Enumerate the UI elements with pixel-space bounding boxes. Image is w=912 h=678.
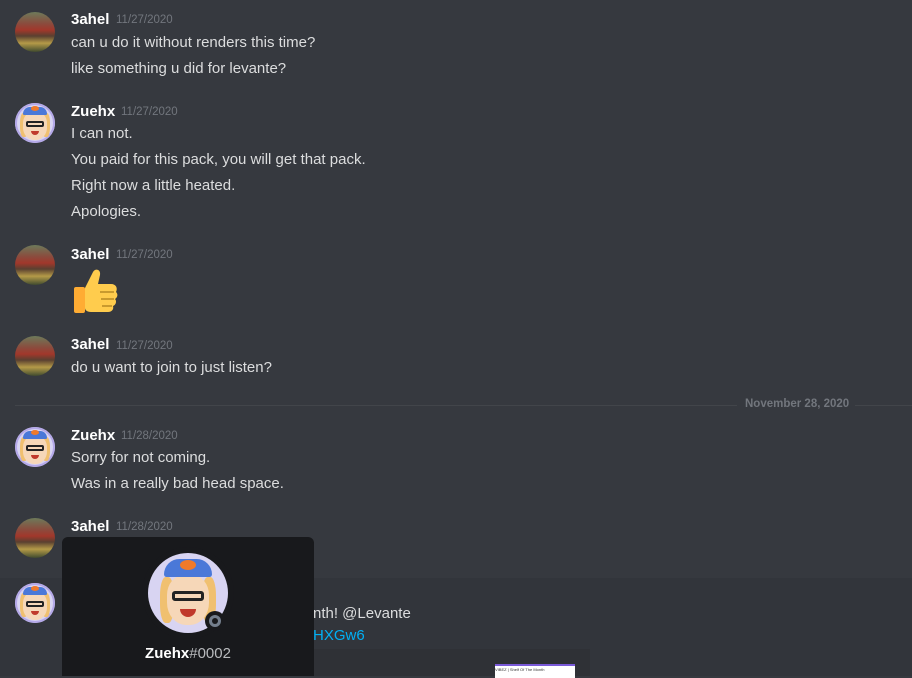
date-divider-line: [855, 405, 912, 406]
timestamp: 11/27/2020: [116, 14, 173, 26]
avatar[interactable]: [15, 518, 55, 558]
username[interactable]: Zuehx: [71, 427, 115, 444]
timestamp: 11/28/2020: [121, 430, 178, 442]
message-text: like something u did for levante?: [71, 60, 287, 77]
popout-username-name: Zuehx: [145, 645, 190, 662]
avatar[interactable]: [15, 12, 55, 52]
username[interactable]: 3ahel: [71, 336, 109, 353]
profile-popout[interactable]: Zuehx#0002: [62, 537, 314, 676]
offline-status-icon: [205, 611, 225, 631]
message-text: do u want to join to just listen?: [71, 359, 272, 376]
date-divider: November 28, 2020: [745, 398, 850, 410]
popout-username: Zuehx#0002: [62, 645, 314, 662]
message-link[interactable]: HXGw6: [313, 627, 365, 644]
username[interactable]: Zuehx: [71, 103, 115, 120]
message-text: Sorry for not coming.: [71, 449, 211, 466]
date-divider-line: [15, 405, 737, 406]
username[interactable]: 3ahel: [71, 246, 109, 263]
username[interactable]: 3ahel: [71, 11, 109, 28]
message-text: Apologies.: [71, 203, 142, 220]
message-text: can u do it without renders this time?: [71, 34, 316, 51]
popout-discriminator: #0002: [189, 645, 231, 662]
message-text: You paid for this pack, you will get tha…: [71, 151, 366, 168]
message-text: I can not.: [71, 125, 133, 142]
timestamp: 11/27/2020: [121, 106, 178, 118]
avatar[interactable]: [15, 583, 55, 623]
username[interactable]: 3ahel: [71, 518, 109, 535]
avatar[interactable]: [15, 245, 55, 285]
avatar[interactable]: [15, 103, 55, 143]
timestamp: 11/27/2020: [116, 249, 173, 261]
thumbs-up-icon: [74, 269, 118, 313]
message-text: Right now a little heated.: [71, 177, 236, 194]
timestamp: 11/28/2020: [116, 521, 173, 533]
message-text: Was in a really bad head space.: [71, 475, 284, 492]
avatar[interactable]: [15, 336, 55, 376]
timestamp: 11/27/2020: [116, 340, 173, 352]
message-text: nth! @Levante: [313, 605, 411, 622]
avatar[interactable]: [15, 427, 55, 467]
